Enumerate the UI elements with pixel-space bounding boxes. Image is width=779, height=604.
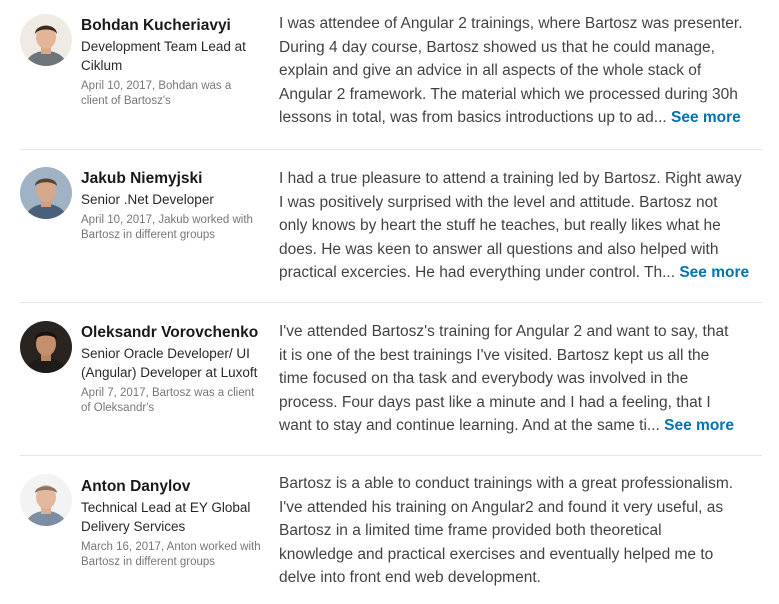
recommender-headline: Development Team Lead at Ciklum [81, 39, 246, 73]
recommender-info: Anton Danylov Technical Lead at EY Globa… [81, 476, 261, 570]
recommendation-text: I've attended Bartosz's training for Ang… [279, 320, 763, 438]
text-line: it is one of the best trainings I've vis… [279, 346, 710, 364]
text-line: knowledge and practical exercises and ev… [279, 545, 714, 563]
recommendation-item: Bohdan Kucheriavyi Development Team Lead… [20, 0, 762, 150]
recommendation-text: Bartosz is a able to conduct trainings w… [279, 472, 763, 590]
recommendation-item: Anton Danylov Technical Lead at EY Globa… [20, 457, 762, 604]
text-line: process. Four days past like a minute an… [279, 393, 711, 411]
avatar[interactable] [20, 14, 72, 66]
text-line: lessons in total, was from basics introd… [279, 109, 667, 127]
avatar[interactable] [20, 474, 72, 526]
text-line: I've attended his training on Angular2 a… [279, 498, 724, 516]
text-line: want to stay and continue learning. And … [279, 417, 660, 435]
avatar[interactable] [20, 167, 72, 219]
recommender-headline: Senior Oracle Developer/ UI (Angular) De… [81, 346, 258, 380]
see-more-link[interactable]: See more [679, 264, 749, 281]
text-line: does. He was keen to answer all question… [279, 240, 719, 258]
recommendation-meta: March 16, 2017, Anton worked with Bartos… [81, 541, 261, 568]
recommender-name[interactable]: Oleksandr Vorovchenko [81, 322, 261, 344]
avatar-photo-icon [20, 474, 72, 526]
see-more-link[interactable]: See more [671, 109, 741, 126]
recommendation-item: Jakub Niemyjski Senior .Net Developer Ap… [20, 151, 762, 303]
text-line: Bartosz is a able to conduct trainings w… [279, 475, 734, 492]
see-more-link[interactable]: See more [664, 417, 734, 434]
text-line: practical excercies. He had everything u… [279, 264, 676, 282]
text-line: I've attended Bartosz's training for Ang… [279, 323, 729, 340]
text-line: time focused on tha task and everybody w… [279, 370, 689, 388]
recommender-info: Bohdan Kucheriavyi Development Team Lead… [81, 15, 261, 109]
text-line-last: practical excercies. He had everything u… [279, 261, 763, 285]
text-line-last: lessons in total, was from basics introd… [279, 106, 763, 130]
text-line: only knows by heart the stuff he teaches… [279, 217, 721, 235]
text-line: Angular 2 framework. The material which … [279, 85, 738, 103]
recommendation-meta: April 7, 2017, Bartosz was a client of O… [81, 387, 255, 414]
recommendations-list: Bohdan Kucheriavyi Development Team Lead… [0, 0, 779, 604]
avatar[interactable] [20, 321, 72, 373]
text-line: explain and give an advice in all aspect… [279, 62, 702, 80]
text-line: delve into front end web development. [279, 569, 541, 587]
avatar-photo-icon [20, 321, 72, 373]
recommender-info: Oleksandr Vorovchenko Senior Oracle Deve… [81, 322, 261, 416]
recommender-headline: Senior .Net Developer [81, 192, 214, 207]
recommendation-meta: April 10, 2017, Jakub worked with Bartos… [81, 214, 253, 241]
avatar-photo-icon [20, 14, 72, 66]
recommender-name[interactable]: Bohdan Kucheriavyi [81, 15, 261, 37]
recommendation-text: I was attendee of Angular 2 trainings, w… [279, 12, 763, 130]
recommendation-item: Oleksandr Vorovchenko Senior Oracle Deve… [20, 304, 762, 456]
recommender-name[interactable]: Jakub Niemyjski [81, 168, 261, 190]
avatar-photo-icon [20, 167, 72, 219]
recommendation-text: I had a true pleasure to attend a traini… [279, 167, 763, 285]
text-line: I was positively surprised with the leve… [279, 193, 718, 211]
recommender-info: Jakub Niemyjski Senior .Net Developer Ap… [81, 168, 261, 243]
text-line: I was attendee of Angular 2 trainings, w… [279, 15, 743, 32]
recommender-headline: Technical Lead at EY Global Delivery Ser… [81, 500, 251, 534]
text-line: Bartosz in a limited time frame provided… [279, 522, 662, 540]
recommender-name[interactable]: Anton Danylov [81, 476, 261, 498]
text-line: I had a true pleasure to attend a traini… [279, 170, 742, 187]
text-line-last: want to stay and continue learning. And … [279, 414, 763, 438]
text-line: During 4 day course, Bartosz showed us t… [279, 38, 715, 56]
recommendation-meta: April 10, 2017, Bohdan was a client of B… [81, 80, 232, 107]
